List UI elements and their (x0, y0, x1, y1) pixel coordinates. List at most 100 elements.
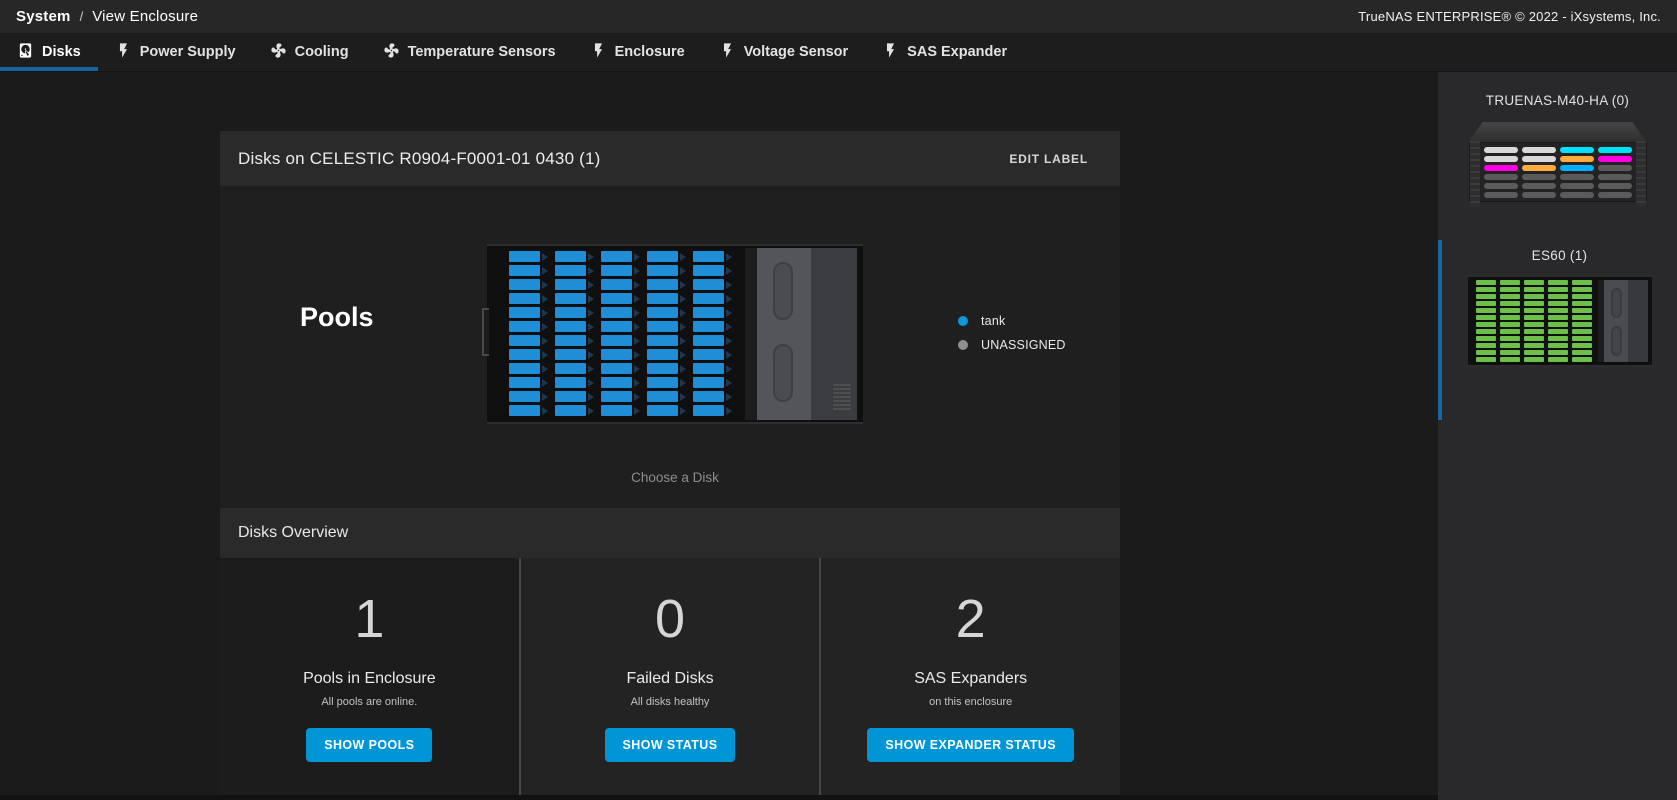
sidebar-item-m40[interactable]: TRUENAS-M40-HA (0) (1438, 72, 1677, 240)
disk-slot[interactable] (555, 321, 594, 332)
disk (1548, 315, 1568, 320)
disk-slot[interactable] (693, 335, 732, 346)
disk-slot[interactable] (693, 349, 732, 360)
disk-slot[interactable] (509, 293, 548, 304)
tab-label: Cooling (295, 44, 349, 60)
disk-slot[interactable] (509, 377, 548, 388)
disk-slot[interactable] (555, 251, 594, 262)
disk-slot[interactable] (647, 377, 686, 388)
disk-slot[interactable] (693, 363, 732, 374)
tab-cooling[interactable]: Cooling (253, 33, 366, 71)
disk (1524, 308, 1544, 313)
disk-slot[interactable] (647, 349, 686, 360)
disk-slot[interactable] (647, 363, 686, 374)
disk-arrow-icon (726, 393, 732, 401)
disk-slot[interactable] (647, 251, 686, 262)
disk (509, 307, 540, 318)
disk-slot[interactable] (601, 307, 640, 318)
disk-slot[interactable] (693, 251, 732, 262)
disk-slot[interactable] (555, 377, 594, 388)
disk-slot[interactable] (601, 391, 640, 402)
stat-label: SAS Expanders (914, 670, 1027, 688)
tab-sas-expander[interactable]: SAS Expander (865, 33, 1024, 71)
tab-power-supply[interactable]: Power Supply (98, 33, 253, 71)
disk-slot[interactable] (555, 391, 594, 402)
disk-slot[interactable] (555, 293, 594, 304)
disk-column (647, 251, 686, 416)
drive-bar (1560, 183, 1594, 189)
drive-bar (1484, 183, 1518, 189)
disk-slot[interactable] (601, 405, 640, 416)
disk-slot[interactable] (509, 265, 548, 276)
disk (693, 265, 724, 276)
disk-arrow-icon (726, 323, 732, 331)
disk-slot[interactable] (693, 265, 732, 276)
disk-slot[interactable] (601, 377, 640, 388)
disk-column (693, 251, 732, 416)
disk-slot[interactable] (509, 251, 548, 262)
disk-slot[interactable] (693, 391, 732, 402)
disk-slot[interactable] (601, 293, 640, 304)
disk (601, 307, 632, 318)
breadcrumb-system[interactable]: System (16, 8, 71, 25)
disk-slot[interactable] (647, 265, 686, 276)
tab-voltage-sensor[interactable]: Voltage Sensor (702, 33, 865, 71)
io-module-side (811, 248, 857, 420)
enclosure-sidebar: TRUENAS-M40-HA (0)ES60 (1) (1438, 72, 1677, 800)
disk (601, 377, 632, 388)
disk (1572, 343, 1592, 348)
disk-slot[interactable] (555, 335, 594, 346)
tab-disks[interactable]: Disks (0, 33, 98, 71)
disk-slot[interactable] (647, 321, 686, 332)
disk-slot[interactable] (555, 307, 594, 318)
tab-enclosure[interactable]: Enclosure (573, 33, 702, 71)
disk-slot[interactable] (509, 321, 548, 332)
disk-slot[interactable] (555, 405, 594, 416)
legend-item-tank[interactable]: tank (958, 314, 1066, 328)
disk-slot[interactable] (509, 391, 548, 402)
sidebar-item-es60[interactable]: ES60 (1) (1438, 240, 1677, 420)
disk-slot[interactable] (555, 349, 594, 360)
disk (1524, 301, 1544, 306)
disk-arrow-icon (726, 281, 732, 289)
show-pools-button[interactable]: SHOW POOLS (306, 728, 432, 762)
disk-slot[interactable] (601, 279, 640, 290)
disk-slot[interactable] (693, 293, 732, 304)
disk-slot[interactable] (509, 363, 548, 374)
disk-slot[interactable] (647, 335, 686, 346)
disk-slot[interactable] (509, 307, 548, 318)
tab-temperature-sensors[interactable]: Temperature Sensors (366, 33, 573, 71)
disk-arrow-icon (680, 281, 686, 289)
disk-slot[interactable] (555, 279, 594, 290)
show-expander-status-button[interactable]: SHOW EXPANDER STATUS (867, 728, 1074, 762)
disk-slot[interactable] (509, 279, 548, 290)
disk-slot[interactable] (601, 335, 640, 346)
disk-slot[interactable] (693, 321, 732, 332)
disk-arrow-icon (588, 309, 594, 317)
disk-arrow-icon (634, 365, 640, 373)
disk-slot[interactable] (601, 265, 640, 276)
edit-label-button[interactable]: EDIT LABEL (1009, 152, 1088, 166)
disk-slot[interactable] (601, 363, 640, 374)
disk-slot[interactable] (647, 391, 686, 402)
disk-slot[interactable] (647, 279, 686, 290)
disk-arrow-icon (680, 267, 686, 275)
disk-slot[interactable] (647, 405, 686, 416)
disk-slot[interactable] (509, 335, 548, 346)
disk-slot[interactable] (693, 307, 732, 318)
disk-slot[interactable] (693, 377, 732, 388)
disk-slot[interactable] (555, 265, 594, 276)
disk-slot[interactable] (601, 321, 640, 332)
disk-slot[interactable] (509, 349, 548, 360)
disk-slot[interactable] (693, 279, 732, 290)
show-status-button[interactable]: SHOW STATUS (605, 728, 736, 762)
disk-slot[interactable] (509, 405, 548, 416)
m40-rack-ear (1636, 141, 1646, 207)
disk-slot[interactable] (647, 293, 686, 304)
legend-item-unassigned[interactable]: UNASSIGNED (958, 338, 1066, 352)
disk-slot[interactable] (647, 307, 686, 318)
disk-slot[interactable] (555, 363, 594, 374)
disk-slot[interactable] (601, 251, 640, 262)
disk-slot[interactable] (601, 349, 640, 360)
disk-slot[interactable] (693, 405, 732, 416)
